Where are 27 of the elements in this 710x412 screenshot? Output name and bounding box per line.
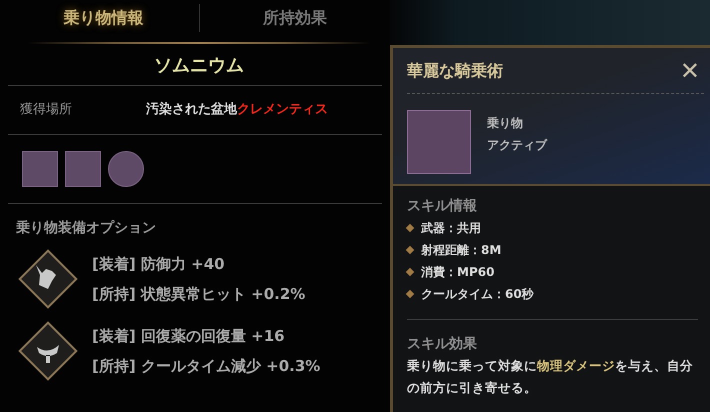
option-text: [所持] 状態異常ヒット +0.2% (92, 284, 306, 305)
tab[interactable]: 乗り物情報 (8, 2, 198, 34)
skill-icon (407, 110, 471, 174)
option-text: [装着] 回復薬の回復量 +16 (92, 326, 286, 347)
bullet-icon (406, 290, 414, 298)
info-text: クールタイム：60秒 (421, 286, 534, 303)
bullet-icon (406, 224, 414, 232)
acquire-location: 汚染された盆地クレメンティス (146, 100, 328, 120)
skill-description: 乗り物に乗って対象に物理ダメージを与え、自分の前方に引き寄せる。 (407, 357, 694, 397)
option-text: [所持] クールタイム減少 +0.3% (92, 356, 320, 377)
skill-type: アクティブ (487, 137, 547, 154)
mount-name: ソムニウム (153, 54, 245, 78)
section-title: スキル情報 (407, 197, 478, 216)
info-text: 武器：共用 (421, 220, 481, 237)
close-button[interactable]: ✕ (676, 58, 704, 82)
info-text: 射程距離：8M (421, 242, 502, 259)
bullet-icon (406, 246, 414, 254)
skill-type: 乗り物 (487, 115, 524, 132)
info-text: 消費：MP60 (421, 264, 494, 281)
option-text: [装着] 防御力 +40 (92, 254, 226, 275)
acquire-label: 獲得場所 (19, 101, 73, 120)
section-title: スキル効果 (407, 335, 478, 354)
skill-icon[interactable] (108, 151, 144, 187)
section-title: 乗り物装備オプション (15, 219, 157, 238)
tab[interactable]: 所持効果 (200, 2, 390, 34)
bullet-icon (406, 268, 414, 276)
popup-title: 華麗な騎乗術 (407, 60, 503, 82)
